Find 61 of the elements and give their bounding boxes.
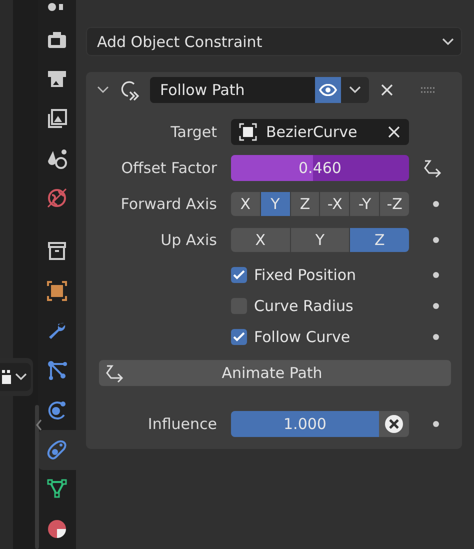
scene-icon	[46, 148, 68, 170]
expand-toggle[interactable]	[96, 85, 110, 95]
checkmark-icon	[233, 270, 245, 280]
influence-slider[interactable]: 1.000	[231, 411, 379, 437]
axis-option[interactable]: X	[231, 228, 290, 252]
checkbox-label: Curve Radius	[254, 297, 354, 315]
axis-option[interactable]: X	[231, 192, 260, 216]
driver-button[interactable]	[423, 158, 443, 178]
keyframe-dot[interactable]	[433, 421, 439, 427]
keyframe-dot[interactable]	[433, 334, 439, 340]
delete-button[interactable]	[380, 83, 394, 97]
axis-option[interactable]: -Z	[380, 192, 409, 216]
close-icon	[387, 125, 401, 139]
constraint-icon	[46, 438, 68, 461]
field-label: Forward Axis	[120, 195, 217, 213]
checkmark-icon	[233, 332, 245, 342]
particles-icon	[46, 359, 68, 382]
chevron-icon	[96, 85, 110, 95]
constraint-name-field[interactable]: Follow Path	[150, 77, 315, 103]
caret-icon	[14, 372, 28, 382]
close-circle-icon	[384, 414, 404, 434]
close-icon	[380, 83, 394, 97]
axis-option[interactable]: -X	[320, 192, 350, 216]
axis-option[interactable]: Y	[290, 228, 350, 252]
axis-option[interactable]: Z	[350, 228, 409, 252]
triangle-mesh-icon	[46, 478, 68, 500]
checkbox-label: Fixed Position	[254, 266, 356, 284]
target-field[interactable]: BezierCurve	[231, 119, 409, 145]
drag-handle-icon[interactable]	[420, 86, 436, 94]
axis-option[interactable]: Z	[290, 192, 320, 216]
object-icon	[239, 123, 257, 141]
orbit-icon	[46, 399, 68, 422]
animate-path-button[interactable]: Animate Path	[99, 360, 451, 386]
offset-factor-slider[interactable]: 0.460	[231, 155, 409, 181]
axis-option[interactable]: Y	[260, 192, 290, 216]
images-icon	[46, 108, 68, 130]
options-dropdown[interactable]	[341, 77, 369, 103]
keyframe-dot[interactable]	[433, 201, 439, 207]
caret-icon	[348, 85, 362, 95]
checkbox[interactable]	[231, 329, 247, 345]
visibility-toggle[interactable]	[315, 77, 341, 103]
path-arrow-icon	[423, 158, 443, 178]
keyframe-dot[interactable]	[433, 272, 439, 278]
field-label: Up Axis	[160, 231, 217, 249]
path-arrow-icon	[105, 363, 125, 383]
editor-type-dropdown[interactable]	[0, 363, 31, 391]
checkbox-label: Follow Curve	[254, 328, 350, 346]
globe-icon	[46, 187, 68, 210]
field-label: Target	[170, 123, 217, 141]
box-icon	[46, 240, 68, 262]
keyframe-dot[interactable]	[433, 303, 439, 309]
checkbox[interactable]	[231, 267, 247, 283]
object-icon	[46, 280, 68, 302]
caret-icon	[441, 36, 455, 46]
add-constraint-dropdown[interactable]: Add Object Constraint	[86, 27, 462, 56]
keyframe-dot[interactable]	[433, 237, 439, 243]
axis-option[interactable]: -Y	[350, 192, 380, 216]
eye-icon	[319, 84, 337, 96]
field-label: Influence	[148, 415, 217, 433]
material-icon	[46, 518, 68, 540]
field-label: Offset Factor	[121, 159, 217, 177]
